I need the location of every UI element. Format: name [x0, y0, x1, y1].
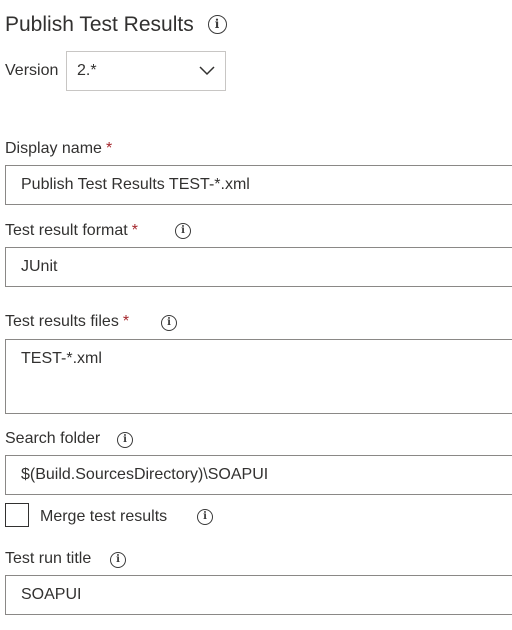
- chevron-down-icon: [199, 66, 215, 76]
- test-run-title-input[interactable]: SOAPUI: [5, 575, 512, 615]
- test-result-format-select[interactable]: JUnit: [5, 247, 512, 287]
- required-asterisk: *: [122, 313, 130, 330]
- search-folder-value: $(Build.SourcesDirectory)\SOAPUI: [21, 466, 269, 483]
- info-icon[interactable]: i: [117, 432, 133, 448]
- test-results-files-label-text: Test results files: [5, 313, 119, 330]
- search-folder-label: Search folder: [5, 430, 101, 447]
- page-title-text: Publish Test Results: [5, 13, 194, 36]
- test-result-format-label-text: Test result format: [5, 222, 128, 239]
- test-results-files-textarea[interactable]: TEST-*.xml: [5, 339, 512, 414]
- display-name-value: Publish Test Results TEST-*.xml: [21, 176, 250, 193]
- version-label: Version: [5, 62, 59, 79]
- display-name-input[interactable]: Publish Test Results TEST-*.xml: [5, 165, 512, 205]
- merge-test-results-label: Merge test results: [40, 508, 168, 525]
- info-icon[interactable]: i: [207, 15, 227, 34]
- merge-test-results-checkbox[interactable]: [5, 503, 29, 527]
- search-folder-input[interactable]: $(Build.SourcesDirectory)\SOAPUI: [5, 455, 512, 495]
- info-icon[interactable]: i: [175, 223, 191, 239]
- info-icon[interactable]: i: [161, 315, 177, 331]
- required-asterisk: *: [131, 222, 138, 239]
- version-selected-value: 2.*: [77, 62, 97, 79]
- page-title: Publish Test Results i: [5, 10, 227, 40]
- test-result-format-label: Test result format *: [5, 221, 138, 241]
- info-icon[interactable]: i: [197, 509, 213, 525]
- test-results-files-label: Test results files *: [5, 312, 129, 332]
- display-name-label: Display name *: [5, 139, 112, 159]
- test-result-format-value: JUnit: [21, 258, 58, 275]
- required-asterisk: *: [105, 140, 113, 157]
- version-select[interactable]: 2.*: [66, 51, 226, 91]
- display-name-label-text: Display name: [5, 140, 102, 157]
- info-icon[interactable]: i: [110, 552, 126, 568]
- test-run-title-label: Test run title: [5, 550, 92, 567]
- test-run-title-value: SOAPUI: [21, 586, 82, 603]
- test-results-files-value: TEST-*.xml: [21, 350, 102, 367]
